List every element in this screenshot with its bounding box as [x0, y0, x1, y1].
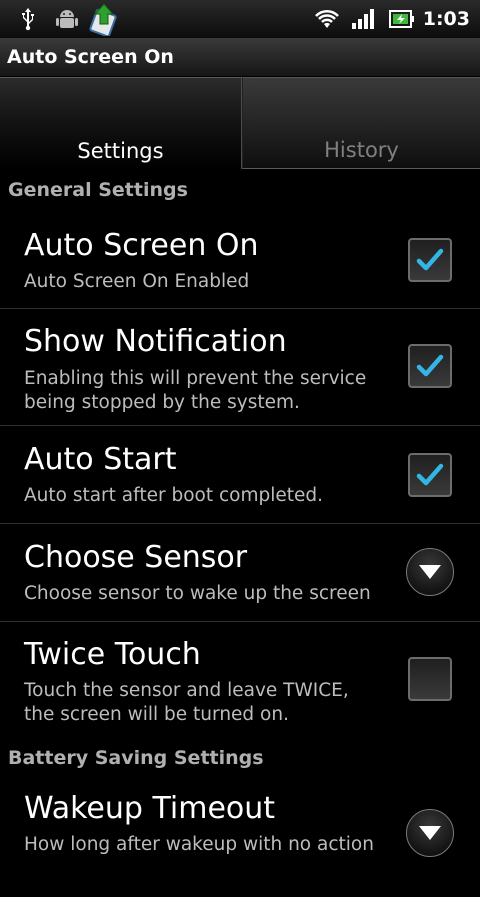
pref-summary: Auto start after boot completed. [24, 485, 323, 506]
choose-sensor-dropdown-icon[interactable] [406, 548, 454, 596]
tab-settings-label: Settings [77, 139, 164, 163]
tab-settings[interactable]: Settings [0, 77, 242, 169]
auto-start-checkbox[interactable] [408, 453, 452, 497]
tab-bar: Settings History [0, 77, 480, 169]
battery-charging-icon [388, 0, 416, 38]
signal-icon [350, 0, 376, 38]
preferences-list: General Settings Auto Screen On Auto Scr… [0, 169, 480, 897]
wakeup-timeout-dropdown-icon[interactable] [406, 809, 454, 857]
show-notification-checkbox[interactable] [408, 344, 452, 388]
pref-title: Twice Touch [24, 637, 201, 672]
pref-summary: How long after wakeup with no action [24, 834, 374, 855]
pref-show-notification[interactable]: Show Notification Enabling this will pre… [0, 309, 480, 426]
pref-summary: Touch the sensor and leave TWICE, the sc… [24, 680, 349, 725]
pref-wakeup-timeout[interactable]: Wakeup Timeout How long after wakeup wit… [0, 777, 480, 897]
pref-title: Wakeup Timeout [24, 791, 276, 826]
pref-auto-start[interactable]: Auto Start Auto start after boot complet… [0, 426, 480, 524]
usb-icon [16, 0, 40, 38]
pref-twice-touch[interactable]: Twice Touch Touch the sensor and leave T… [0, 622, 480, 739]
auto-screen-on-checkbox[interactable] [408, 238, 452, 282]
pref-title: Auto Start [24, 442, 177, 477]
app-title: Auto Screen On [7, 46, 174, 68]
section-header-battery: Battery Saving Settings [8, 747, 264, 769]
pref-choose-sensor[interactable]: Choose Sensor Choose sensor to wake up t… [0, 524, 480, 622]
status-bar: 1:03 [0, 0, 480, 38]
upload-app-icon [86, 0, 122, 38]
twice-touch-checkbox[interactable] [408, 657, 452, 701]
android-debug-icon [54, 0, 80, 38]
pref-summary: Choose sensor to wake up the screen [24, 583, 371, 604]
tab-history[interactable]: History [242, 77, 480, 169]
pref-title: Choose Sensor [24, 540, 248, 575]
wifi-icon [312, 0, 342, 38]
pref-title: Auto Screen On [24, 228, 259, 263]
section-header-general: General Settings [8, 179, 188, 201]
status-time: 1:03 [422, 8, 470, 30]
pref-auto-screen-on[interactable]: Auto Screen On Auto Screen On Enabled [0, 211, 480, 309]
pref-summary: Auto Screen On Enabled [24, 271, 250, 292]
tab-history-label: History [324, 138, 399, 162]
app-title-bar: Auto Screen On [0, 38, 480, 77]
pref-summary: Enabling this will prevent the service b… [24, 368, 367, 413]
pref-title: Show Notification [24, 324, 287, 359]
